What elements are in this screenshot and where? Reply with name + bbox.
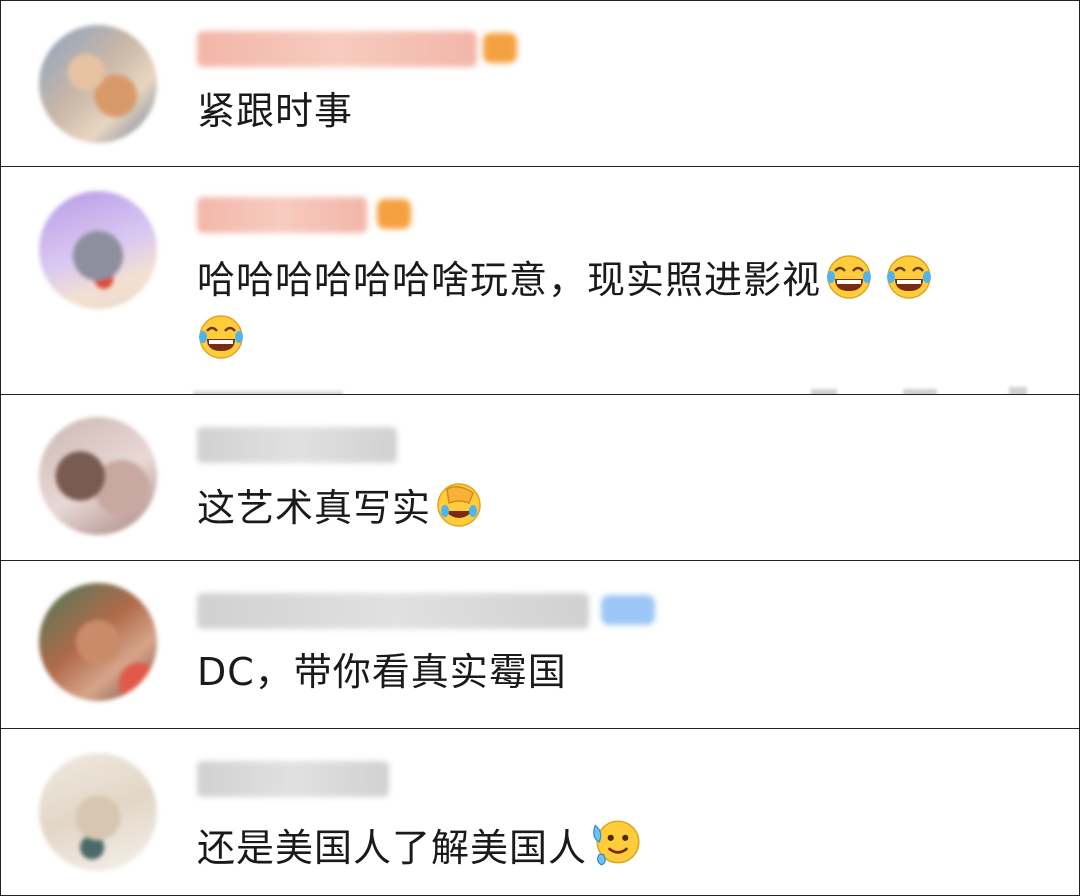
avatar[interactable] [39, 417, 157, 535]
member-badge-icon [483, 33, 517, 63]
avatar[interactable] [39, 753, 157, 871]
username[interactable] [197, 593, 589, 629]
comment-text-content: 紧跟时事 [197, 89, 354, 133]
comment-text-content: 哈哈哈哈哈哈啥玩意，现实照进影视 [197, 258, 822, 302]
comment-card: 哈哈哈哈哈哈啥玩意，现实照进影视 [0, 166, 1080, 396]
avatar[interactable] [39, 191, 157, 309]
verified-badge-icon [601, 595, 655, 625]
avatar[interactable] [39, 583, 157, 701]
comment-card: 紧跟时事 [0, 0, 1080, 168]
comment-text-continued [197, 313, 245, 365]
comment-text: DC，带你看真实霉国 [197, 647, 567, 697]
comment-card: DC，带你看真实霉国 [0, 560, 1080, 730]
comment-text-content: 这艺术真写实 [197, 486, 432, 530]
username[interactable] [197, 31, 477, 67]
comment-text: 紧跟时事 [197, 86, 353, 136]
cold-sweat-emoji [592, 819, 641, 867]
comment-card: 这艺术真写实 [0, 394, 1080, 562]
member-badge-icon [377, 199, 411, 229]
username[interactable] [197, 197, 367, 233]
username[interactable] [197, 761, 389, 797]
comment-text: 还是美国人了解美国人 [197, 815, 645, 873]
username[interactable] [197, 427, 397, 463]
laugh-cry-emoji [825, 254, 873, 300]
comment-text: 这艺术真写实 [197, 481, 483, 533]
comment-card: 还是美国人了解美国人 [0, 728, 1080, 896]
laugh-cry-emoji [885, 254, 933, 300]
comment-text-content: 还是美国人了解美国人 [197, 826, 588, 870]
comment-text: 哈哈哈哈哈哈啥玩意，现实照进影视 [197, 253, 933, 305]
avatar[interactable] [39, 25, 157, 143]
laugh-cry-emoji [197, 314, 245, 360]
comment-text-content: DC，带你看真实霉国 [197, 650, 567, 694]
facepalm-emoji [437, 483, 481, 527]
